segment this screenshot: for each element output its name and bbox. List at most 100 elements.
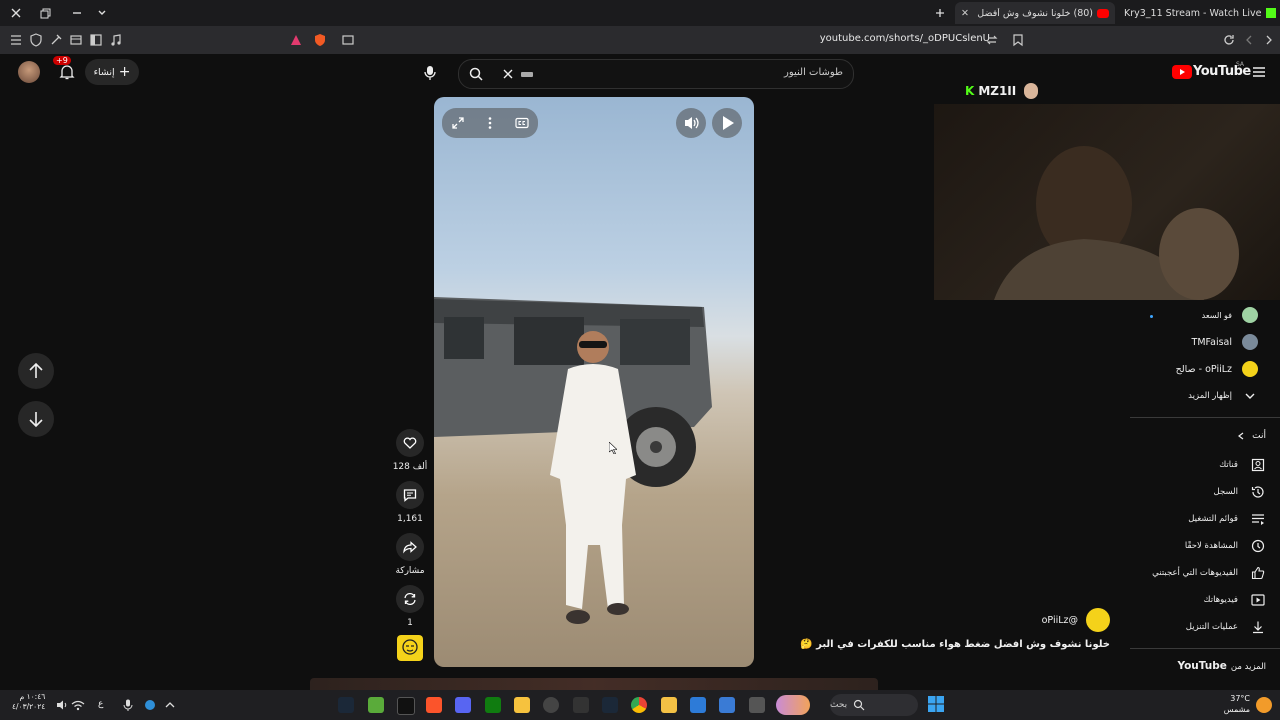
channel-avatar[interactable] [397,635,423,661]
tray-overflow-chevron-icon[interactable] [162,697,178,713]
sidebar-item-downloads[interactable]: عمليات التنزيل [1186,619,1266,635]
subscription-avatar [1242,307,1258,323]
streamer-avatar [1024,83,1039,99]
brave-browser-icon[interactable] [426,697,442,713]
windows-start-icon[interactable] [928,696,944,712]
epic-games-icon[interactable] [573,697,589,713]
chrome-icon[interactable] [631,697,647,713]
sidebar-item-your-videos[interactable]: فيديوهاتك [1204,592,1266,608]
volume-icon[interactable] [676,108,706,138]
play-icon[interactable] [712,108,742,138]
search-box[interactable]: طوشات النيور [458,59,854,89]
shield-icon[interactable] [28,32,44,48]
bookmark-icon[interactable] [1010,32,1026,48]
show-more-button[interactable]: إظهار المزيد [1188,388,1258,404]
voice-search-icon[interactable] [422,64,438,82]
captions-icon[interactable] [514,115,530,131]
minimize-window-icon[interactable] [69,5,85,21]
chevron-left-icon [1238,432,1244,440]
notifications-bell-icon[interactable] [58,63,76,81]
shorts-video-player[interactable] [434,97,754,667]
liked-icon [1251,566,1265,580]
guide-menu-icon[interactable] [1251,64,1267,80]
brave-rewards-icon[interactable] [288,32,304,48]
fullscreen-icon[interactable] [450,115,466,131]
new-tab-icon[interactable] [932,5,948,21]
reader-mode-icon[interactable] [340,32,356,48]
microphone-tray-icon[interactable] [120,697,136,713]
rockstar-icon[interactable] [514,697,530,713]
sidebar-item-your-channel[interactable]: قناتك [1219,457,1266,473]
forward-icon[interactable] [1261,32,1277,48]
extensions-icon[interactable] [48,32,64,48]
brave-shields-icon[interactable] [312,32,328,48]
more-options-icon[interactable] [482,115,498,131]
share-button[interactable] [396,533,424,561]
search-input[interactable]: طوشات النيور [784,67,843,78]
settings-gear-icon[interactable] [543,697,559,713]
comments-button[interactable] [396,481,424,509]
menu-icon[interactable] [8,32,24,48]
clear-search-icon[interactable] [501,67,515,81]
keyboard-icon[interactable] [521,72,533,77]
subscription-item[interactable]: oPiiLz - صالح [1176,361,1258,377]
tab-kick-stream[interactable]: Kry3_11 Stream - Watch Live on Kick [1118,2,1280,24]
minecraft-icon[interactable] [368,697,384,713]
sidebar-item-liked-videos[interactable]: الفيديوهات التي أعجبتني [1152,565,1266,581]
sidebar-item-history[interactable]: السجل [1214,484,1266,500]
back-icon[interactable] [1241,32,1257,48]
previous-short-button[interactable] [18,353,54,389]
close-window-icon[interactable] [8,5,24,21]
steam-alt-icon[interactable] [602,697,618,713]
search-highlight-icon[interactable] [776,695,810,715]
weather-temp: 37°C [1230,694,1250,703]
share-icon [403,541,417,554]
steam-icon[interactable] [338,697,354,713]
microsoft-store-icon[interactable] [690,697,706,713]
restore-window-icon[interactable] [38,5,54,21]
like-button[interactable] [396,429,424,457]
channel-icon [1251,458,1265,472]
sidebar-icon[interactable] [88,32,104,48]
wifi-icon[interactable] [70,697,86,713]
subscription-item[interactable]: TMFaisal [1192,334,1258,350]
sidebar-item-playlists[interactable]: قوائم التشغيل [1188,511,1266,527]
tabs-icon[interactable] [68,32,84,48]
reload-icon[interactable] [1221,32,1237,48]
volume-tray-icon[interactable] [54,697,70,713]
more-from-brand: YouTube [1177,660,1227,672]
create-button[interactable]: إنشاء + [85,59,139,85]
sidebar-item-watch-later[interactable]: المشاهدة لاحقًا [1185,538,1266,554]
address-bar[interactable]: youtube.com/shorts/_oDPUCslenU [820,33,990,44]
subscription-avatar [1242,361,1258,377]
app-icon[interactable] [749,697,765,713]
capcut-icon[interactable] [397,697,415,715]
arrow-up-icon [29,362,43,378]
subscription-item[interactable]: فو السعد [1202,307,1258,323]
weather-widget[interactable]: 37°C مشمس [1216,693,1250,715]
tab-youtube-short[interactable]: ✕ (80) خلونا نشوف وش أفضل ضغط [955,2,1115,24]
taskbar-search[interactable]: بحث [830,694,918,716]
file-explorer-icon[interactable] [661,697,677,713]
discord-icon[interactable] [455,697,471,713]
tab-close-icon[interactable]: ✕ [961,8,973,19]
cloud-tray-icon[interactable] [142,697,158,713]
kick-logo-icon: K [965,84,975,98]
xbox-icon[interactable] [485,697,501,713]
tab-list-chevron-icon[interactable] [94,5,110,21]
share-link-icon[interactable] [984,32,1000,48]
you-section-link[interactable]: أنت [1236,431,1266,441]
more-from-label: المزيد من [1230,662,1266,672]
youtube-logo-icon[interactable] [1172,65,1192,79]
search-icon[interactable] [468,66,484,82]
video-channel-info[interactable]: @oPiiLz [1042,608,1110,632]
music-icon[interactable] [108,32,124,48]
avatar[interactable] [18,61,40,83]
clock[interactable]: ١٠:٤٦ م ٤/٠٣/٢٠٢٤ [12,692,45,712]
remix-button[interactable] [396,585,424,613]
input-language[interactable]: ع [98,699,103,709]
vscode-icon[interactable] [719,697,735,713]
next-short-button[interactable] [18,401,54,437]
downloads-icon [1253,621,1263,634]
tab-title: Kry3_11 Stream - Watch Live on Kick [1124,7,1262,19]
